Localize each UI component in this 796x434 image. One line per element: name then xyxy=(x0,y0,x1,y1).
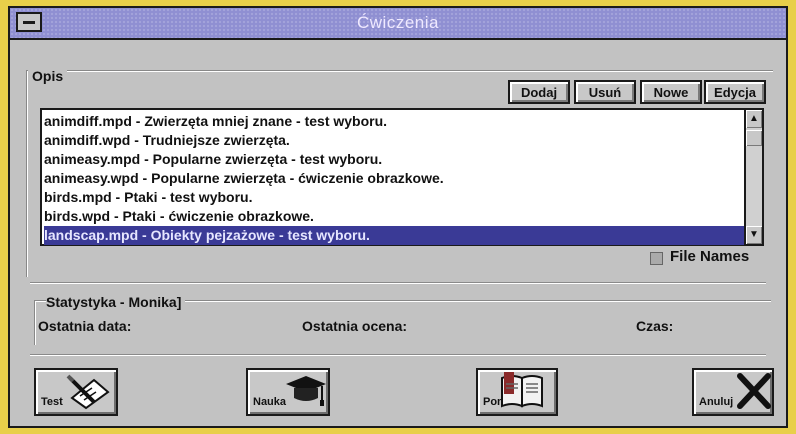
statistics-title: Statystyka - Monika] xyxy=(46,294,186,310)
last-score-label: Ostatnia ocena: xyxy=(302,318,408,334)
delete-button[interactable]: Usuń xyxy=(574,80,636,104)
cancel-button[interactable]: Anuluj xyxy=(692,368,774,416)
new-button[interactable]: Nowe xyxy=(640,80,702,104)
pencil-paper-icon xyxy=(66,374,110,410)
divider xyxy=(30,354,766,356)
list-item[interactable]: animdiff.wpd - Trudniejsze zwierzęta. xyxy=(44,131,290,150)
scroll-down-arrow-icon[interactable]: ▼ xyxy=(746,226,762,244)
opis-label: Opis xyxy=(28,68,68,84)
learn-button-label: Nauka xyxy=(253,396,287,408)
cancel-button-label: Anuluj xyxy=(699,396,734,408)
book-icon xyxy=(501,372,543,408)
scroll-up-arrow-icon[interactable]: ▲ xyxy=(746,110,762,128)
title-bar[interactable]: Ćwiczenia xyxy=(10,8,786,40)
scroll-thumb[interactable] xyxy=(746,130,762,146)
vertical-scrollbar[interactable]: ▲ ▼ xyxy=(744,110,762,244)
help-button[interactable]: Pomoc xyxy=(476,368,558,416)
divider xyxy=(30,282,766,284)
last-date-label: Ostatnia data: xyxy=(38,318,132,334)
file-names-checkbox[interactable] xyxy=(650,252,663,265)
learn-button[interactable]: Nauka xyxy=(246,368,330,416)
test-button-label: Test xyxy=(41,396,63,408)
exercises-window: Ćwiczenia Opis Dodaj Usuń Nowe Edycja an… xyxy=(8,6,788,428)
time-label: Czas: xyxy=(636,318,674,334)
list-item[interactable]: animeasy.wpd - Popularne zwierzęta - ćwi… xyxy=(44,169,444,188)
test-button[interactable]: Test xyxy=(34,368,118,416)
list-item[interactable]: birds.mpd - Ptaki - test wyboru. xyxy=(44,188,252,207)
list-item-selected[interactable]: landscap.mpd - Obiekty pejzażowe - test … xyxy=(44,226,744,245)
list-item[interactable]: animeasy.mpd - Popularne zwierzęta - tes… xyxy=(44,150,382,169)
close-icon xyxy=(737,373,771,409)
graduation-cap-icon xyxy=(286,376,326,406)
list-item[interactable]: animdiff.mpd - Zwierzęta mniej znane - t… xyxy=(44,112,387,131)
add-button[interactable]: Dodaj xyxy=(508,80,570,104)
edit-button[interactable]: Edycja xyxy=(704,80,766,104)
exercise-listbox[interactable]: animdiff.mpd - Zwierzęta mniej znane - t… xyxy=(40,108,764,246)
list-item[interactable]: birds.wpd - Ptaki - ćwiczenie obrazkowe. xyxy=(44,207,314,226)
window-title: Ćwiczenia xyxy=(357,13,439,32)
file-names-label[interactable]: File Names xyxy=(670,248,749,265)
